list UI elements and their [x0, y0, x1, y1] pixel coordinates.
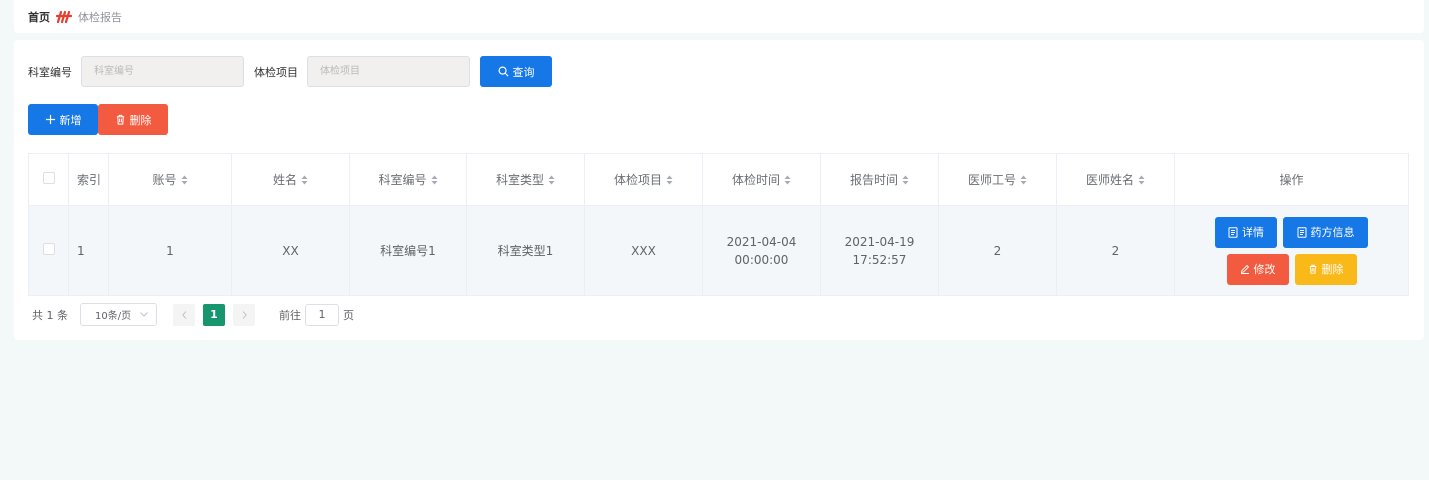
trash-icon: [116, 114, 124, 125]
sort-icon[interactable]: [784, 174, 791, 188]
pagination: 共 1 条 10条/页 1 前往 页: [32, 303, 354, 326]
edit-icon: [1240, 264, 1249, 274]
cell-exam-time: 2021-04-04 00:00:00: [702, 205, 821, 296]
sort-icon[interactable]: [1138, 174, 1145, 188]
batch-delete-button[interactable]: 删除: [98, 104, 168, 135]
header-index: 索引: [68, 153, 109, 206]
prescription-button[interactable]: 药方信息: [1283, 216, 1368, 248]
sort-icon[interactable]: [431, 174, 438, 188]
action-bar: 新增 删除: [28, 104, 168, 135]
prev-page-button[interactable]: [173, 303, 195, 326]
cell-doctor-no: 2: [938, 205, 1057, 296]
next-page-button[interactable]: [233, 303, 255, 326]
trash-icon: [1309, 264, 1316, 274]
chevron-right-icon: [242, 310, 247, 319]
header-doctor-name[interactable]: 医师姓名: [1056, 153, 1175, 206]
breadcrumb-logo-icon: [56, 10, 72, 24]
header-report-time[interactable]: 报告时间: [820, 153, 939, 206]
header-dept-type[interactable]: 科室类型: [466, 153, 585, 206]
goto-page-input[interactable]: [305, 303, 339, 326]
row-checkbox[interactable]: [42, 243, 55, 255]
query-button[interactable]: 查询: [480, 56, 552, 87]
sort-icon[interactable]: [301, 174, 308, 188]
sort-icon[interactable]: [902, 174, 909, 188]
header-exam-item[interactable]: 体检项目: [584, 153, 703, 206]
cell-report-time: 2021-04-19 17:52:57: [820, 205, 939, 296]
cell-dept-type: 科室类型1: [466, 205, 585, 296]
sort-icon[interactable]: [548, 174, 555, 188]
add-button[interactable]: 新增: [28, 104, 98, 135]
sort-icon[interactable]: [1020, 174, 1027, 188]
exam-item-label: 体检项目: [254, 65, 298, 79]
chevron-down-icon: [140, 312, 148, 317]
cell-doctor-name: 2: [1056, 205, 1175, 296]
query-button-label: 查询: [512, 65, 535, 79]
sort-icon[interactable]: [181, 174, 188, 188]
detail-button[interactable]: 详情: [1215, 216, 1277, 248]
row-select-cell: [28, 205, 69, 296]
add-button-label: 新增: [59, 113, 82, 127]
exam-item-input[interactable]: [307, 56, 470, 87]
document-icon: [1297, 226, 1306, 238]
plus-icon: [45, 114, 55, 125]
header-name[interactable]: 姓名: [231, 153, 350, 206]
page-number-active[interactable]: 1: [203, 303, 225, 326]
table-header-row: 索引 账号 姓名 科室编号 科室类型 体检项目 体检时间 报告时间 医师工号 医…: [28, 153, 1409, 206]
edit-button[interactable]: 修改: [1226, 253, 1289, 285]
header-account[interactable]: 账号: [108, 153, 232, 206]
select-all-checkbox[interactable]: [42, 172, 55, 184]
sort-icon[interactable]: [666, 174, 673, 188]
cell-name: XX: [231, 205, 350, 296]
dept-no-label: 科室编号: [28, 65, 72, 79]
cell-dept-no: 科室编号1: [349, 205, 467, 296]
search-icon: [498, 66, 509, 77]
table-row: 1 1 XX 科室编号1 科室类型1 XXX 2021-04-04 00:00:…: [28, 205, 1409, 296]
cell-operations: 详情 药方信息 修改 删除: [1174, 205, 1409, 296]
pagination-total: 共 1 条: [32, 308, 68, 322]
breadcrumb-home[interactable]: 首页: [28, 9, 50, 25]
breadcrumb-current: 体检报告: [78, 10, 122, 24]
dept-no-input[interactable]: [81, 56, 244, 87]
header-exam-time[interactable]: 体检时间: [702, 153, 821, 206]
select-all-cell: [28, 153, 69, 206]
cell-exam-item: XXX: [584, 205, 703, 296]
header-dept-no[interactable]: 科室编号: [349, 153, 467, 206]
header-operations: 操作: [1174, 153, 1409, 206]
report-table: 索引 账号 姓名 科室编号 科室类型 体检项目 体检时间 报告时间 医师工号 医…: [28, 153, 1409, 296]
page-size-select[interactable]: 10条/页: [80, 303, 157, 326]
cell-account: 1: [108, 205, 232, 296]
batch-delete-label: 删除: [129, 113, 152, 127]
row-delete-button[interactable]: 删除: [1294, 253, 1357, 285]
goto-label: 前往: [279, 308, 301, 322]
document-icon: [1228, 226, 1238, 238]
main-panel: 科室编号 体检项目 查询 新增 删除 索引 账号 姓名: [14, 40, 1424, 340]
header-doctor-no[interactable]: 医师工号: [938, 153, 1057, 206]
chevron-left-icon: [181, 310, 186, 319]
search-form: 科室编号 体检项目 查询: [28, 56, 552, 87]
goto-suffix: 页: [343, 308, 354, 322]
cell-index: 1: [68, 205, 109, 296]
breadcrumb-bar: 首页 体检报告: [14, 0, 1424, 33]
